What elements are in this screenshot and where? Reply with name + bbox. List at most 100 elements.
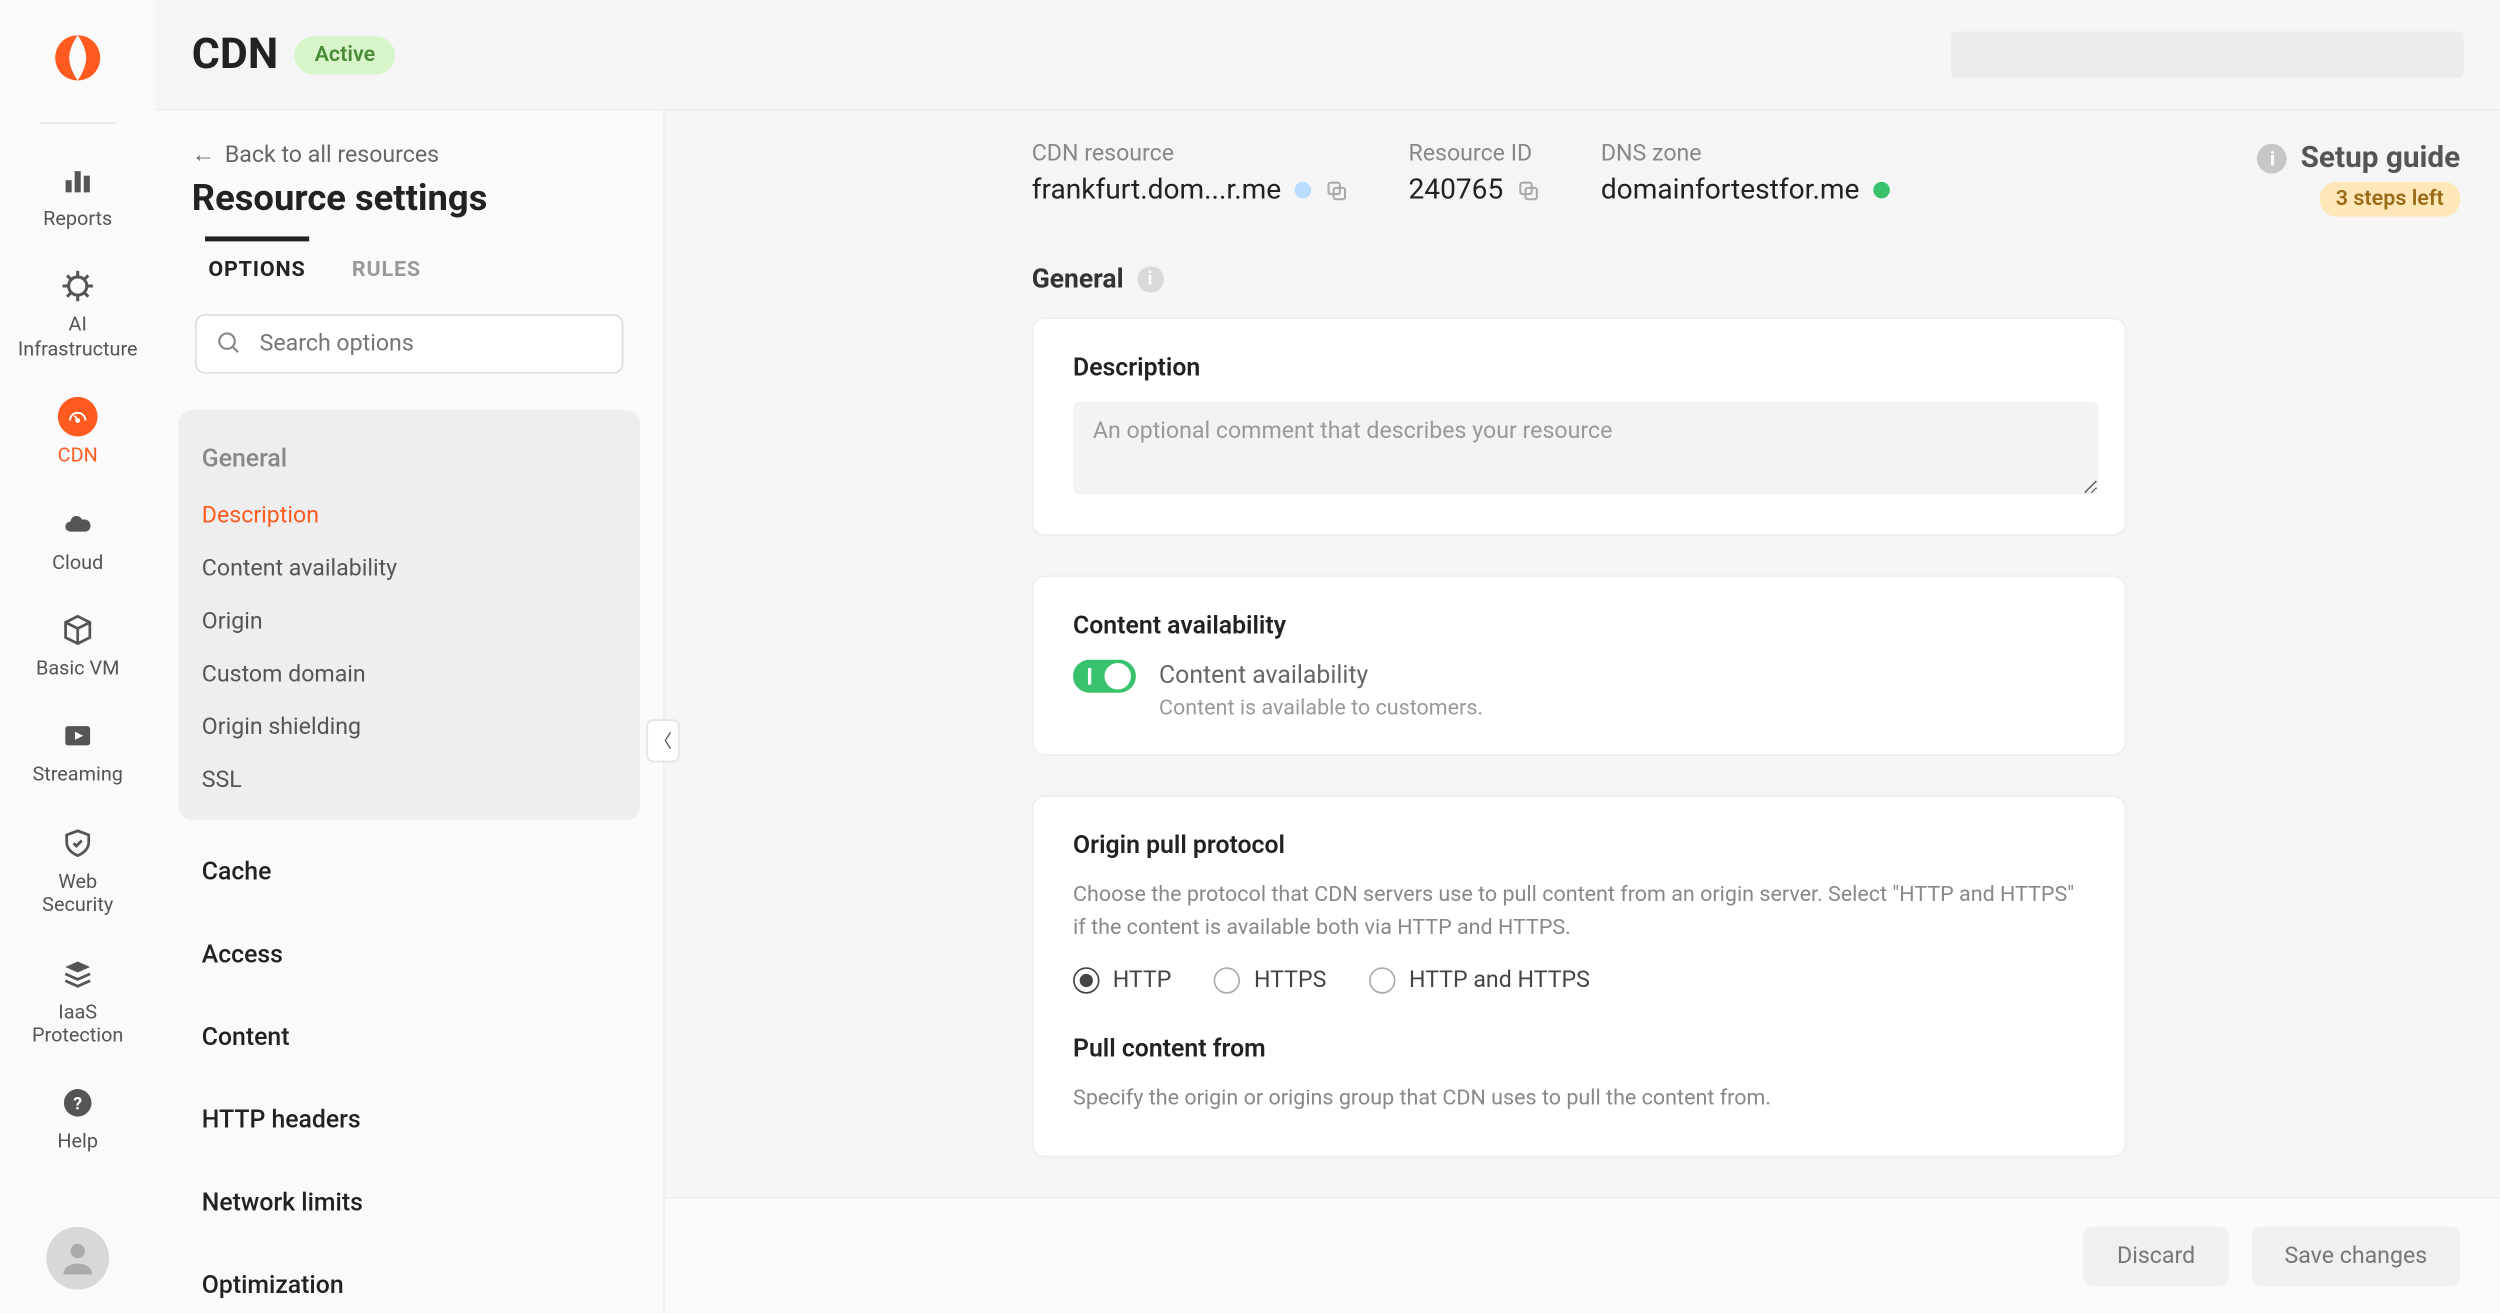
nav-head-content[interactable]: Content: [179, 1005, 640, 1068]
description-textarea[interactable]: [1073, 402, 2098, 495]
toggle-title: Content availability: [1159, 660, 1483, 690]
rail-label: Reports: [43, 207, 112, 231]
section-title-general: General: [1032, 263, 1124, 294]
nav-head-access[interactable]: Access: [179, 923, 640, 986]
copy-icon[interactable]: [1324, 178, 1349, 203]
icon-rail: Reports AI Infrastructure CDN Cloud Basi…: [0, 0, 155, 1313]
radio-label: HTTP and HTTPS: [1409, 967, 1590, 993]
nav-group-general: General Description Content availability…: [179, 410, 640, 820]
cloud-icon: [58, 504, 98, 544]
nav-head-general[interactable]: General: [179, 427, 640, 490]
availability-toggle[interactable]: [1073, 660, 1136, 693]
rail-item-streaming[interactable]: Streaming: [0, 703, 155, 809]
collapse-sidebar-button[interactable]: 〈: [646, 719, 679, 762]
setup-guide-link[interactable]: Setup guide: [2301, 141, 2461, 176]
rail-item-iaas-protection[interactable]: IaaS Protection: [0, 940, 155, 1070]
status-dot-icon: [1294, 182, 1311, 199]
layers-icon: [58, 953, 98, 993]
rail-item-basic-vm[interactable]: Basic VM: [0, 597, 155, 703]
nav-sub-description[interactable]: Description: [179, 489, 640, 542]
arrow-left-icon: ←: [192, 141, 215, 169]
card-description: Description: [1032, 317, 2127, 535]
info-value: frankfurt.dom...r.me: [1032, 174, 1281, 207]
status-badge: Active: [295, 36, 395, 74]
nav-sub-origin[interactable]: Origin: [179, 595, 640, 648]
card-heading: Origin pull protocol: [1073, 830, 2085, 860]
chevron-left-icon: 〈: [654, 727, 672, 753]
rail-item-web-security[interactable]: Web Security: [0, 810, 155, 940]
back-link[interactable]: ← Back to all resources: [155, 111, 663, 175]
help-icon: ?: [58, 1083, 98, 1123]
info-circle-icon[interactable]: i: [1137, 265, 1163, 291]
rail-label: CDN: [58, 443, 98, 467]
back-label: Back to all resources: [225, 141, 439, 167]
radio-label: HTTPS: [1254, 967, 1326, 993]
steps-left-badge: 3 steps left: [2319, 182, 2460, 217]
rail-label: Web Security: [42, 869, 113, 917]
info-dns-zone: DNS zone domainfortestfor.me: [1601, 141, 1889, 207]
info-label: CDN resource: [1032, 141, 1349, 167]
rail-label: Help: [57, 1130, 98, 1154]
radio-icon: [1214, 967, 1240, 993]
resource-info-header: CDN resource frankfurt.dom...r.me Resour…: [665, 111, 2500, 237]
settings-heading: Resource settings: [155, 175, 663, 239]
tab-options[interactable]: OPTIONS: [205, 236, 309, 299]
toggle-desc: Content is available to customers.: [1159, 696, 1483, 721]
nav-sub-origin-shielding[interactable]: Origin shielding: [179, 701, 640, 754]
radio-icon: [1369, 967, 1395, 993]
info-label: DNS zone: [1601, 141, 1889, 167]
save-button[interactable]: Save changes: [2251, 1226, 2460, 1286]
info-value: 240765: [1408, 174, 1503, 207]
status-dot-icon: [1873, 182, 1890, 199]
rail-item-reports[interactable]: Reports: [0, 147, 155, 253]
card-sub: Specify the origin or origins group that…: [1073, 1083, 2085, 1115]
rail-label: Basic VM: [36, 656, 119, 680]
card-origin-protocol: Origin pull protocol Choose the protocol…: [1032, 795, 2127, 1156]
rail-item-cloud[interactable]: Cloud: [0, 490, 155, 596]
bar-chart-icon: [58, 160, 98, 200]
card-heading: Description: [1073, 352, 2085, 382]
nav-sub-ssl[interactable]: SSL: [179, 754, 640, 807]
discard-button[interactable]: Discard: [2084, 1226, 2228, 1286]
rail-divider: [40, 122, 116, 124]
play-icon: [58, 716, 98, 756]
rail-item-cdn[interactable]: CDN: [0, 384, 155, 490]
nav-head-cache[interactable]: Cache: [179, 840, 640, 903]
info-resource-id: Resource ID 240765: [1408, 141, 1541, 207]
gauge-icon: [58, 397, 98, 437]
avatar[interactable]: [46, 1227, 109, 1290]
info-value: domainfortestfor.me: [1601, 174, 1860, 207]
radio-http-and-https[interactable]: HTTP and HTTPS: [1369, 967, 1590, 993]
nav-sub-custom-domain[interactable]: Custom domain: [179, 648, 640, 701]
card-sub: Choose the protocol that CDN servers use…: [1073, 880, 2085, 944]
nav-sub-availability[interactable]: Content availability: [179, 542, 640, 595]
svg-text:?: ?: [73, 1094, 82, 1115]
rail-item-ai-infra[interactable]: AI Infrastructure: [0, 254, 155, 384]
info-circle-icon: i: [2258, 143, 2288, 173]
tab-rules[interactable]: RULES: [349, 236, 425, 299]
nav-head-network-limits[interactable]: Network limits: [179, 1171, 640, 1234]
radio-https[interactable]: HTTPS: [1214, 967, 1326, 993]
copy-icon[interactable]: [1517, 178, 1542, 203]
nav-head-http-headers[interactable]: HTTP headers: [179, 1088, 640, 1151]
topbar: CDN Active: [155, 0, 2500, 109]
settings-tabs: OPTIONS RULES: [155, 240, 663, 301]
rail-label: AI Infrastructure: [18, 313, 138, 361]
nav-head-optimization[interactable]: Optimization: [179, 1253, 640, 1313]
rail-label: IaaS Protection: [32, 1000, 123, 1048]
rail-label: Streaming: [32, 763, 122, 787]
radio-http[interactable]: HTTP: [1073, 967, 1171, 993]
radio-label: HTTP: [1113, 967, 1172, 993]
rail-item-help[interactable]: ? Help: [0, 1070, 155, 1176]
info-label: Resource ID: [1408, 141, 1541, 167]
shield-icon: [58, 823, 98, 863]
card-heading: Pull content from: [1073, 1033, 2085, 1063]
brand-logo[interactable]: [50, 30, 106, 86]
rail-label: Cloud: [52, 550, 103, 574]
settings-sidebar: ← Back to all resources Resource setting…: [155, 111, 664, 1313]
toggle-on-indicator-icon: [1088, 668, 1091, 685]
footer: Discard Save changes: [665, 1197, 2500, 1313]
search-input[interactable]: [195, 314, 623, 374]
page-title: CDN: [192, 30, 278, 80]
info-cdn-resource: CDN resource frankfurt.dom...r.me: [1032, 141, 1349, 207]
